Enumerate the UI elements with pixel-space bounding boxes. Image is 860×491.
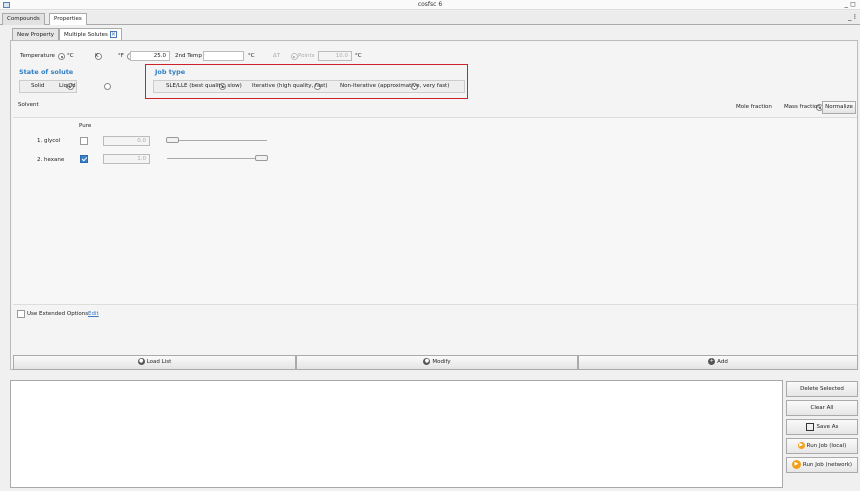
mole-fraction-label: Mole fraction [736, 104, 772, 110]
window-controls[interactable]: _ ◻ [844, 0, 856, 8]
save-as-label: Save As [816, 424, 839, 430]
add-button[interactable]: + Add [578, 355, 858, 370]
temperature-label: Temperature [20, 53, 55, 59]
delete-selected-button[interactable]: Delete Selected [786, 381, 858, 397]
save-icon [805, 422, 814, 431]
state-of-solute-title: State of solute [19, 68, 74, 76]
pure-checkbox[interactable] [80, 155, 88, 163]
unit-kelvin-label: K [95, 53, 99, 59]
load-list-label: Load List [146, 359, 172, 365]
pure-checkbox[interactable] [80, 137, 88, 145]
delta-t-label: ΔT [273, 53, 281, 59]
modify-button[interactable]: ● Modify [296, 355, 578, 370]
pure-header: Pure [79, 123, 92, 129]
slider-handle[interactable] [255, 155, 268, 161]
window-title: cosfsc 6 [417, 1, 443, 8]
liquid-label: Liquid [59, 83, 76, 89]
unit-celsius-label: °C [67, 53, 74, 59]
range-unit: °C [355, 53, 362, 59]
fraction-input[interactable]: 1.0 [103, 154, 150, 164]
title-bar: cosfsc 6 _ ◻ [0, 0, 860, 10]
run-icon: ▶ [797, 442, 805, 449]
run-network-button[interactable]: ▶ Run Job (network) [786, 457, 858, 473]
modify-label: Modify [432, 359, 451, 365]
second-temp-input[interactable] [203, 51, 244, 61]
modify-icon: ● [423, 358, 431, 365]
solid-label: Solid [31, 83, 45, 89]
delta-t-radio[interactable] [290, 53, 298, 60]
save-as-button[interactable]: Save As [786, 419, 858, 435]
solvent-row-name: 2. hexane [37, 157, 65, 163]
tab-multiple-solutes-label: Multiple Solutes [64, 32, 108, 38]
job-list-area[interactable] [10, 380, 783, 488]
normalize-button[interactable]: Normalize [822, 101, 856, 114]
add-icon: + [708, 358, 716, 365]
mass-fraction-label: Mass fraction [784, 104, 821, 110]
job-type-highlight [145, 64, 468, 99]
points-label: Points [298, 53, 315, 59]
slider-handle[interactable] [166, 137, 179, 143]
load-list-button[interactable]: ● Load List [13, 355, 296, 370]
extended-options-label: Use Extended Options [27, 311, 89, 317]
run-network-icon: ▶ [791, 460, 801, 469]
fraction-input[interactable]: 0.0 [103, 136, 150, 146]
liquid-radio[interactable] [103, 83, 111, 90]
extended-options-checkbox[interactable] [17, 310, 25, 318]
tab-properties[interactable]: Properties [49, 13, 87, 25]
range-input[interactable]: 10.0 [318, 51, 352, 61]
tab-compounds[interactable]: Compounds [2, 13, 45, 25]
tabbar-minimize-icon[interactable]: _ ⁞ [848, 13, 856, 21]
add-label: Add [717, 359, 728, 365]
edit-link[interactable]: Edit [88, 309, 99, 319]
unit-celsius-radio[interactable] [58, 53, 65, 60]
run-local-label: Run Job (local) [806, 443, 847, 449]
run-network-label: Run Job (network) [802, 462, 853, 468]
fraction-slider[interactable] [167, 140, 267, 141]
solvent-label: Solvent [18, 102, 39, 108]
second-temp-unit: °C [248, 53, 255, 59]
second-temp-label: 2nd Temp [175, 53, 202, 59]
fraction-slider[interactable] [167, 158, 267, 159]
run-local-button[interactable]: ▶ Run Job (local) [786, 438, 858, 454]
temperature-input[interactable]: 25.0 [130, 51, 170, 61]
clear-all-button[interactable]: Clear All [786, 400, 858, 416]
load-icon: ● [137, 358, 145, 365]
solvent-row-name: 1. glycol [37, 138, 61, 144]
unit-fahrenheit-label: °F [118, 53, 124, 59]
close-icon[interactable]: ✕ [109, 31, 117, 38]
main-tab-bar: Compounds Properties _ ⁞ [0, 11, 860, 25]
